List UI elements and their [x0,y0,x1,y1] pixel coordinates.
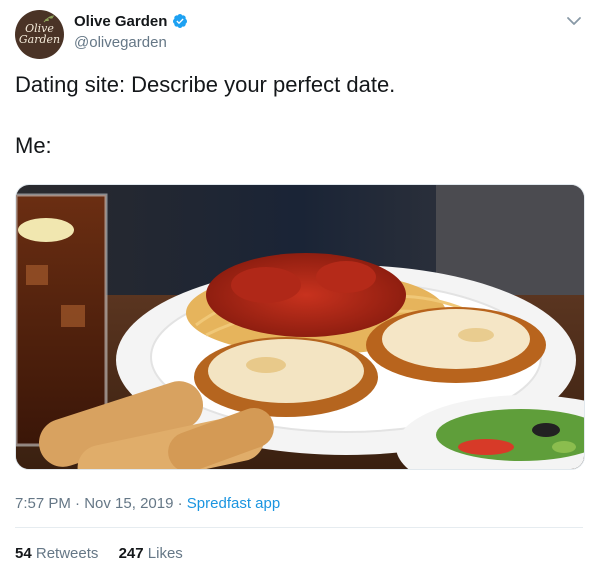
tweet-text-line: Me: [15,133,52,158]
avatar[interactable]: Olive Garden [15,10,64,59]
tweet-date[interactable]: Nov 15, 2019 [84,495,173,512]
tweet-card: Olive Garden Olive Garden @olivegarden D… [0,0,600,576]
tweet-text-line: Dating site: Describe your perfect date. [15,72,396,97]
tweet-stats: 54 Retweets 247 Likes [15,545,199,562]
retweets-count: 54 [15,545,32,562]
food-photo-illustration [16,185,584,469]
verified-badge-icon [173,14,187,28]
retweets-stat[interactable]: 54 Retweets [15,545,103,562]
likes-stat[interactable]: 247 Likes [119,545,183,562]
likes-label: Likes [147,545,183,562]
source-app-link[interactable]: Spredfast app [187,495,280,512]
tweet-photo[interactable] [15,184,585,470]
account-handle[interactable]: @olivegarden [74,34,167,51]
account-name[interactable]: Olive Garden [74,13,167,30]
tweet-time[interactable]: 7:57 PM [15,495,71,512]
divider [15,527,583,528]
avatar-logo-text: Olive Garden [18,22,61,46]
chevron-down-icon[interactable] [565,12,583,30]
meta-separator: · [177,495,183,512]
retweets-label: Retweets [35,545,99,562]
likes-count: 247 [118,545,144,562]
meta-separator: · [75,495,81,512]
tweet-timestamp: 7:57 PM · Nov 15, 2019 · Spredfast app [15,495,280,512]
